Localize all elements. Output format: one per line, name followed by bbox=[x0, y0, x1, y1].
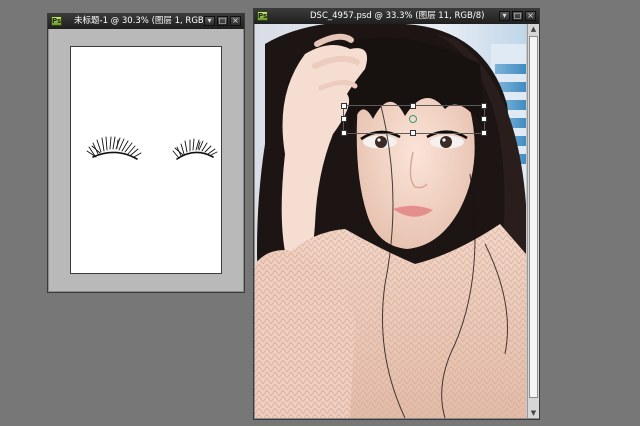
arrow-down-icon[interactable]: ▼ bbox=[528, 408, 539, 418]
photo-canvas[interactable] bbox=[255, 24, 526, 418]
window-titlebar[interactable]: Ps 未标题-1 @ 30.3% (图层 1, RGB/8) ▾ □ × bbox=[48, 14, 244, 29]
transform-handle-tm[interactable] bbox=[410, 103, 416, 109]
maximize-button[interactable]: □ bbox=[512, 11, 523, 21]
photoshop-icon: Ps bbox=[257, 11, 268, 21]
document-window-untitled[interactable]: Ps 未标题-1 @ 30.3% (图层 1, RGB/8) ▾ □ × bbox=[47, 13, 245, 293]
arrow-up-icon[interactable]: ▲ bbox=[528, 24, 539, 34]
minimize-button[interactable]: ▾ bbox=[204, 16, 215, 26]
transform-handle-tl[interactable] bbox=[341, 103, 347, 109]
free-transform-box[interactable] bbox=[341, 103, 487, 136]
window-title: DSC_4957.psd @ 33.3% (图层 11, RGB/8) bbox=[310, 11, 485, 21]
minimize-button[interactable]: ▾ bbox=[499, 11, 510, 21]
document-canvas[interactable] bbox=[70, 46, 222, 274]
photoshop-icon: Ps bbox=[51, 16, 62, 26]
window-title: 未标题-1 @ 30.3% (图层 1, RGB/8) bbox=[74, 16, 216, 26]
close-button[interactable]: × bbox=[525, 11, 536, 21]
transform-handle-tr[interactable] bbox=[481, 103, 487, 109]
transform-handle-br[interactable] bbox=[481, 130, 487, 136]
window-titlebar[interactable]: Ps DSC_4957.psd @ 33.3% (图层 11, RGB/8) ▾… bbox=[254, 9, 539, 24]
portrait-photo bbox=[255, 24, 526, 418]
transform-handle-bl[interactable] bbox=[341, 130, 347, 136]
transform-anchor-point[interactable] bbox=[409, 115, 417, 123]
scrollbar-thumb[interactable] bbox=[529, 36, 538, 398]
transform-handle-bm[interactable] bbox=[410, 130, 416, 136]
maximize-button[interactable]: □ bbox=[217, 16, 228, 26]
transform-handle-ml[interactable] bbox=[341, 116, 347, 122]
vertical-scrollbar[interactable]: ▲ ▼ bbox=[527, 24, 539, 418]
eyelash-brush-strokes bbox=[86, 136, 218, 160]
transform-handle-mr[interactable] bbox=[481, 116, 487, 122]
close-button[interactable]: × bbox=[230, 16, 241, 26]
document-window-photo[interactable]: Ps DSC_4957.psd @ 33.3% (图层 11, RGB/8) ▾… bbox=[253, 8, 540, 420]
